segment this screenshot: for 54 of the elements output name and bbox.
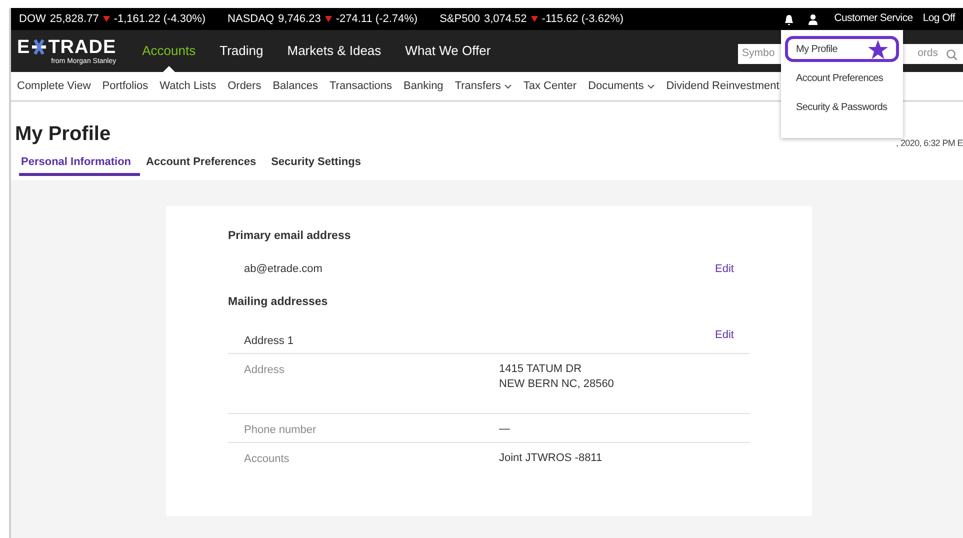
timestamp: , 2020, 6:32 PM E [896, 137, 963, 150]
menu-item[interactable]: My Profile [785, 36, 899, 62]
logo-text: E [17, 38, 30, 56]
subnav-link[interactable]: Tax Center [523, 78, 577, 94]
index-change: -1,161.22 (-4.30%) [114, 12, 206, 27]
subnav-link[interactable]: Banking [404, 78, 444, 94]
tab[interactable]: Security Settings [269, 154, 370, 176]
address-label: Address 1 [244, 334, 294, 349]
section-heading: Primary email address [228, 229, 352, 244]
menu-item[interactable]: Security & Passwords [785, 94, 899, 120]
tab[interactable]: Personal Information [19, 154, 140, 176]
menu-item[interactable]: Account Preferences [785, 65, 899, 91]
person-icon [808, 14, 818, 24]
edit-link[interactable]: Edit [715, 261, 734, 278]
star-icon [868, 40, 888, 58]
nav-tab[interactable]: Accounts [130, 30, 208, 72]
subnav-link[interactable]: Transfers [454, 78, 512, 94]
field-value: — [499, 422, 510, 437]
index-value: 3,074.52 [484, 12, 527, 27]
nav-tab[interactable]: Markets & Ideas [275, 30, 394, 72]
subnav-link[interactable]: Orders [228, 78, 262, 94]
bell-icon [784, 14, 794, 24]
subnav-link[interactable]: Portfolios [102, 78, 148, 94]
utility-link[interactable]: Customer Service [834, 11, 913, 27]
subnav-link[interactable]: Transactions [329, 78, 392, 94]
email-value: ab@etrade.com [244, 262, 322, 278]
field-label: Address [244, 363, 286, 378]
subnav-link[interactable]: Dividend Reinvestment [666, 78, 780, 94]
search-icon [946, 48, 957, 60]
field-label: Accounts [244, 452, 290, 467]
star-mark-icon [30, 38, 48, 56]
logo-text: TRADE [48, 38, 116, 56]
subnav-link[interactable]: Balances [272, 78, 318, 94]
index-symbol: DOW [19, 12, 46, 27]
index-symbol: NASDAQ [228, 12, 274, 27]
subnav-link[interactable]: Documents [588, 78, 655, 94]
index-symbol: S&P500 [440, 12, 480, 27]
utility-link[interactable]: Log Off [922, 11, 955, 27]
field-value: 1415 TATUM DR NEW BERN NC, 28560 [499, 362, 614, 392]
pointer-icon [162, 66, 175, 72]
index-change: -274.11 (-2.74%) [336, 12, 418, 27]
page-title: My Profile [15, 122, 111, 146]
nav-tab[interactable]: What We Offer [393, 30, 503, 72]
field-value: Joint JTWROS -8811 [499, 451, 602, 466]
tab[interactable]: Account Preferences [144, 154, 266, 176]
subnav-link[interactable]: Watch Lists [160, 78, 216, 94]
field-label: Phone number [244, 423, 318, 438]
subnav-link[interactable]: Complete View [17, 78, 91, 94]
section-heading: Mailing addresses [228, 294, 329, 310]
index-value: 9,746.23 [278, 12, 321, 27]
index-value: 25,828.77 [50, 12, 99, 27]
nav-tab[interactable]: Trading [208, 30, 276, 72]
index-change: -115.62 (-3.62%) [542, 12, 624, 27]
edit-link[interactable]: Edit [715, 327, 734, 344]
